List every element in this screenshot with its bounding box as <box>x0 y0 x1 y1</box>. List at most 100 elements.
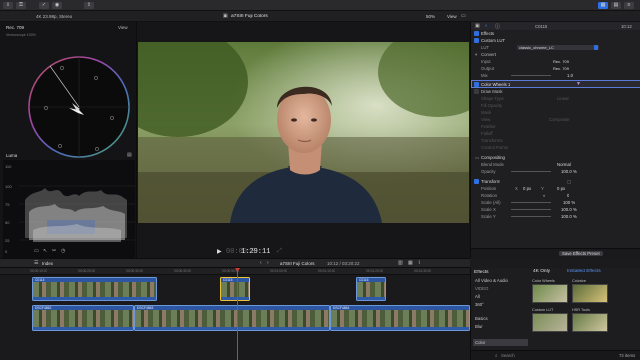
check-alt-icon[interactable]: ◉ <box>52 2 62 9</box>
scale-y-slider[interactable] <box>511 216 551 217</box>
scale-all-value[interactable]: 100 % <box>563 199 575 206</box>
select-tool-icon[interactable]: ↖ <box>43 248 47 254</box>
blend-mode-row: Blend Mode Normal <box>471 161 640 168</box>
category-item[interactable]: All Video & Audio <box>473 277 528 284</box>
clip-title: a7SIII Fuji Colors <box>231 14 268 19</box>
color-wheels-checkbox[interactable] <box>474 82 479 87</box>
share-icon[interactable]: ⇪ <box>84 2 94 9</box>
inspector-clip-name: C0115 <box>535 24 548 29</box>
mix-slider[interactable] <box>511 75 551 76</box>
scope-settings-icon[interactable]: ▤ <box>127 152 132 158</box>
scale-x-value[interactable]: 100.0 % <box>561 206 577 213</box>
video-tab-icon[interactable]: ▣ <box>475 23 480 29</box>
check-icon[interactable]: ✓ <box>39 2 49 9</box>
effect-thumb-color-wheels[interactable] <box>532 284 568 303</box>
opacity-value[interactable]: 100.0 % <box>561 168 577 175</box>
play-icon[interactable]: ▶ <box>217 248 222 255</box>
save-effects-preset-button[interactable]: Save Effects Preset <box>559 251 603 256</box>
effect-thumb-custom-lut[interactable] <box>532 313 568 332</box>
inspector-footer: Save Effects Preset <box>471 248 640 258</box>
output-value[interactable]: Rec. 709 <box>553 65 569 72</box>
category-item[interactable]: All <box>473 293 528 300</box>
fullscreen-icon[interactable]: ⤢ <box>277 248 282 255</box>
luma-title: Luma <box>6 153 18 158</box>
zoom-menu[interactable]: 50% <box>426 14 435 19</box>
audio-meter-icon[interactable]: ▥ <box>398 260 403 266</box>
color-board-icon[interactable]: ▼ <box>576 81 581 88</box>
effect-thumb-hsr-tools[interactable] <box>572 313 608 332</box>
back-arrow-icon[interactable]: ‹ <box>260 260 262 266</box>
timeline-clip[interactable]: DSCF4864 <box>330 305 470 331</box>
forward-arrow-icon[interactable]: › <box>267 260 269 266</box>
4k-only-toggle[interactable]: 4K Only <box>533 269 550 274</box>
view-value[interactable]: Composite <box>549 116 570 123</box>
shape-type-value[interactable]: Linear <box>557 95 569 102</box>
scale-y-value[interactable]: 100.0 % <box>561 213 577 220</box>
color-wheels-row[interactable]: Color Wheels 1 ▼ <box>471 80 640 88</box>
position-label: Position <box>481 186 497 191</box>
snapping-icon[interactable]: ⌇ <box>418 260 420 266</box>
position-y-value[interactable]: 0 px <box>557 185 565 192</box>
custom-lut-checkbox[interactable] <box>474 38 479 43</box>
scale-x-slider[interactable] <box>511 209 551 210</box>
chevron-down-icon[interactable]: ▾ <box>475 51 477 58</box>
sliders-icon[interactable]: ≡ <box>624 2 634 9</box>
blend-mode-value[interactable]: Normal <box>557 161 571 168</box>
timeline-clip[interactable]: DSCF4862 <box>32 305 134 331</box>
index-toggle-icon[interactable]: ☰ <box>34 260 38 266</box>
timeline-clip[interactable]: C0116 <box>356 277 386 301</box>
scale-all-slider[interactable] <box>511 202 551 203</box>
color-tab-icon[interactable]: ◐ <box>485 23 488 29</box>
layers-icon[interactable]: ▤ <box>611 2 621 9</box>
timeline-clip-name[interactable]: a7SIII Fuji Colors <box>280 261 315 266</box>
download-icon[interactable]: ⇩ <box>3 2 13 9</box>
position-x-value[interactable]: 0 px <box>523 185 531 192</box>
info-tab-icon[interactable]: ⓘ <box>495 23 500 30</box>
transform-onscreen-icon[interactable]: ▢ <box>567 178 571 185</box>
scale-all-label: Scale (All) <box>481 200 501 205</box>
effects-search-input[interactable]: Search <box>501 353 515 358</box>
installed-effects-menu[interactable]: Installed Effects <box>567 269 601 274</box>
input-value[interactable]: Rec. 709 <box>553 58 569 65</box>
vectorscope <box>28 56 130 158</box>
ruler-mark: 00:01:00:00 <box>270 269 288 273</box>
rotation-dial-icon[interactable]: ◐ <box>543 192 546 199</box>
key-icon[interactable]: ⚿ <box>16 2 26 9</box>
waveform-tick-110: 110 <box>5 164 12 169</box>
append-clip-icon[interactable]: ▭ <box>34 248 39 254</box>
clip-appearance-icon[interactable]: ▦ <box>408 260 413 266</box>
category-item[interactable]: Basics <box>473 315 528 322</box>
timeline-ruler[interactable]: 00:00:10:00 00:00:20:00 00:00:30:00 00:0… <box>0 268 470 275</box>
vectorscope-view-menu[interactable]: View <box>118 25 128 30</box>
blade-tool-icon[interactable]: ✂ <box>52 248 56 254</box>
index-button[interactable]: Index <box>42 261 53 266</box>
timeline-clip[interactable]: C0114 <box>32 277 157 301</box>
category-item-selected[interactable]: Color <box>473 339 528 346</box>
mix-value[interactable]: 1.0 <box>567 72 573 79</box>
video-frame[interactable] <box>138 42 469 223</box>
transform-checkbox[interactable] <box>474 179 479 184</box>
timeline-clip-selected[interactable]: C0115 <box>220 277 250 301</box>
grid-icon[interactable]: ▦ <box>598 2 608 9</box>
category-item[interactable]: Blur <box>473 323 528 330</box>
draw-mask-label: Draw Mask <box>481 89 503 94</box>
speed-icon[interactable]: ◷ <box>61 248 65 254</box>
rotation-value[interactable]: 0 <box>567 192 569 199</box>
transform-label: Transform <box>481 179 501 184</box>
effect-thumb-colorize[interactable] <box>572 284 608 303</box>
lut-popup-arrow-icon <box>594 45 598 50</box>
feather-row: Feather <box>471 123 640 130</box>
format-label: 4K 23.98p, Stereo <box>36 14 73 19</box>
view-menu[interactable]: View <box>447 14 457 19</box>
output-row: Output Rec. 709 <box>471 65 640 72</box>
lut-popup[interactable]: classic_chrome_LC <box>517 45 599 50</box>
fill-opacity-label: Fill Opacity <box>481 103 503 108</box>
timeline-clip[interactable]: DSCF4863 <box>134 305 330 331</box>
opacity-slider[interactable] <box>511 171 551 172</box>
view-label: View <box>481 117 491 122</box>
playhead[interactable] <box>237 268 238 360</box>
category-item[interactable]: 360° <box>473 301 528 308</box>
effects-checkbox[interactable] <box>474 31 479 36</box>
viewer-options-icon[interactable]: ▭ <box>461 13 466 19</box>
draw-mask-checkbox[interactable] <box>474 89 479 94</box>
